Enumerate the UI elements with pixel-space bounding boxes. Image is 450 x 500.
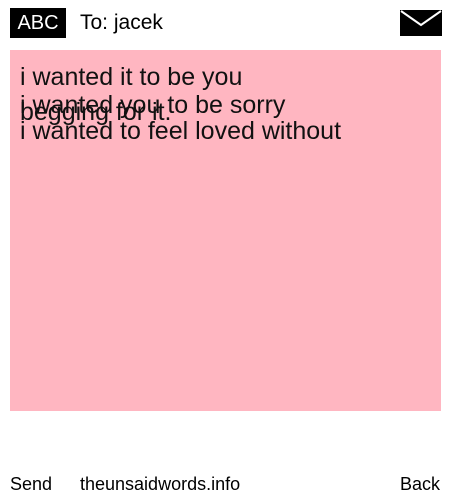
- message-line: i wanted it to be you: [20, 63, 243, 91]
- site-label: theunsaidwords.info: [80, 474, 241, 494]
- recipient-label: To: jacek: [80, 11, 163, 34]
- back-button[interactable]: Back: [400, 472, 440, 496]
- envelope-icon[interactable]: [400, 10, 442, 36]
- send-button[interactable]: Send: [10, 472, 52, 496]
- abc-badge: ABC: [10, 8, 66, 38]
- message-line: i wanted to feel loved without: [20, 117, 342, 145]
- message-area: i wanted it to be you i wanted you to be…: [10, 50, 441, 411]
